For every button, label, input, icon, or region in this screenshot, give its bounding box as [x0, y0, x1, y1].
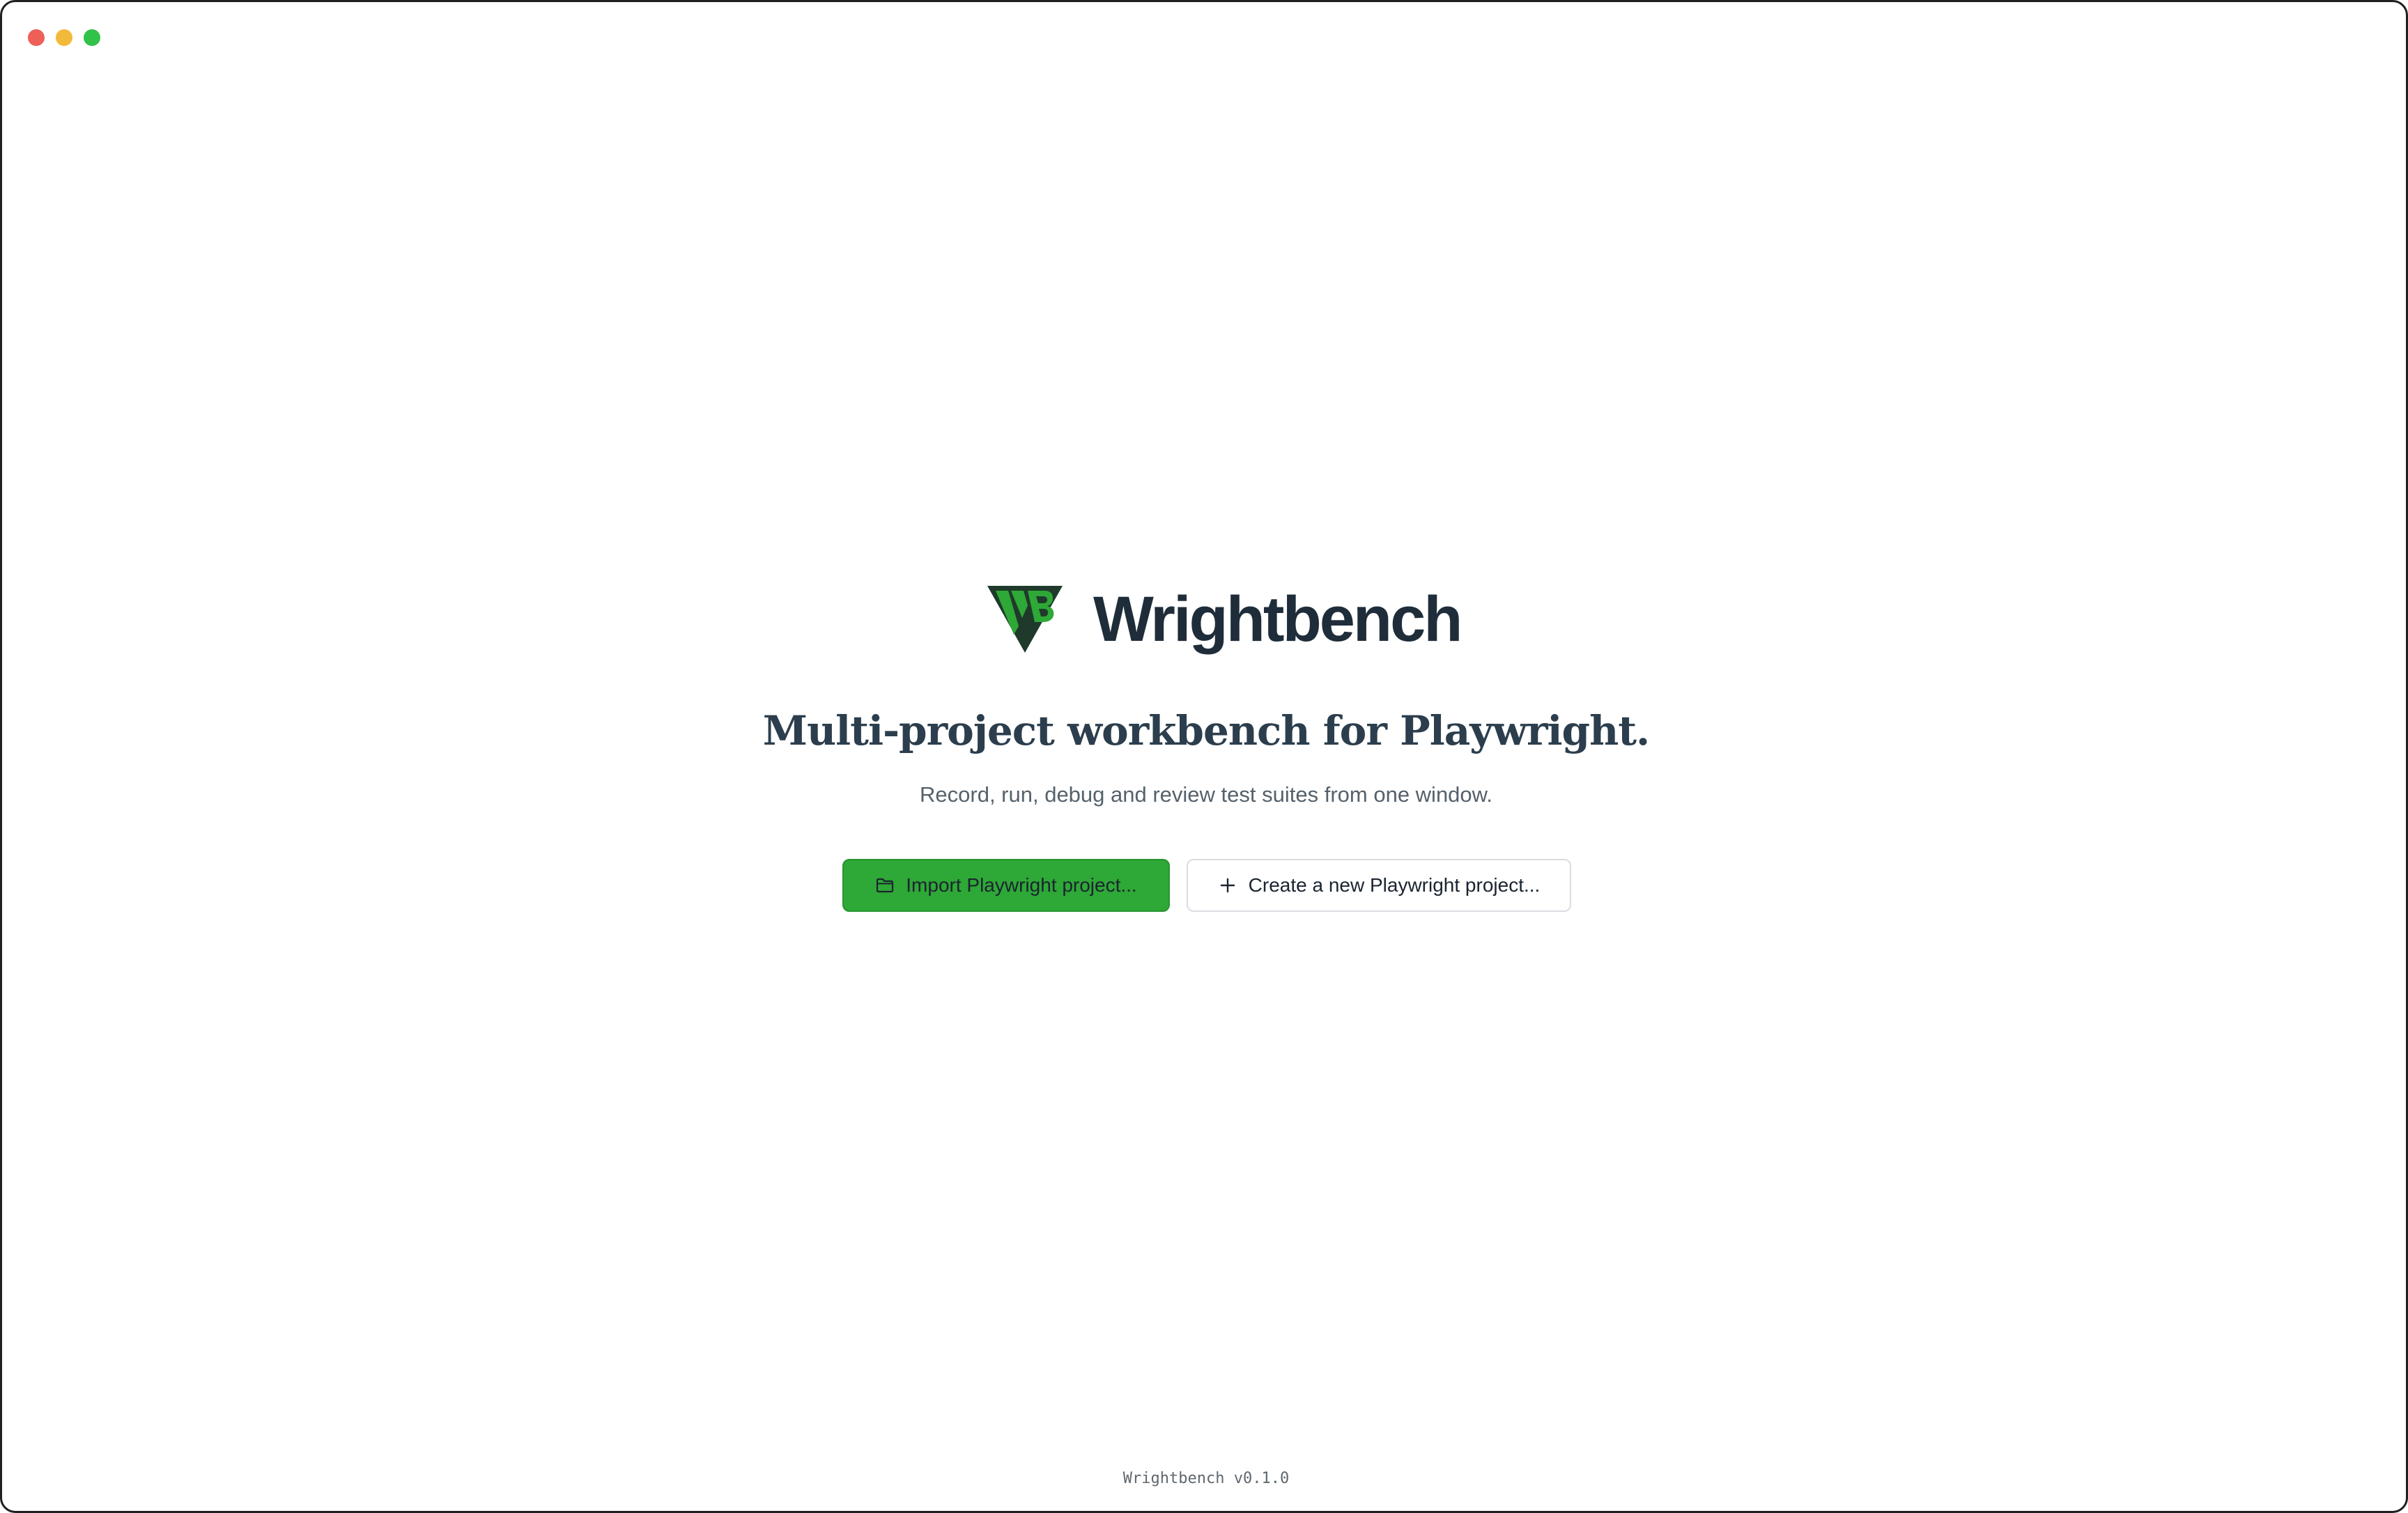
page-subtitle: Record, run, debug and review test suite…	[920, 782, 1492, 807]
window-controls	[28, 29, 100, 46]
welcome-actions: Import Playwright project... Create a ne…	[842, 859, 1571, 912]
app-window: Wrightbench Multi-project workbench for …	[0, 0, 2408, 1513]
app-name: Wrightbench	[1093, 584, 1462, 655]
import-project-button[interactable]: Import Playwright project...	[842, 859, 1170, 912]
create-project-button[interactable]: Create a new Playwright project...	[1187, 859, 1571, 912]
brand-header: Wrightbench	[986, 584, 1462, 655]
maximize-window-button[interactable]	[84, 29, 100, 46]
minimize-window-button[interactable]	[56, 29, 72, 46]
create-project-label: Create a new Playwright project...	[1248, 874, 1541, 896]
page-title: Multi-project workbench for Playwright.	[762, 707, 1651, 754]
version-label: Wrightbench v0.1.0	[1122, 1470, 1290, 1487]
folder-icon	[875, 876, 895, 895]
plus-icon	[1218, 876, 1237, 895]
import-project-label: Import Playwright project...	[906, 874, 1137, 896]
close-window-button[interactable]	[28, 29, 45, 46]
wrightbench-logo	[987, 586, 1063, 653]
